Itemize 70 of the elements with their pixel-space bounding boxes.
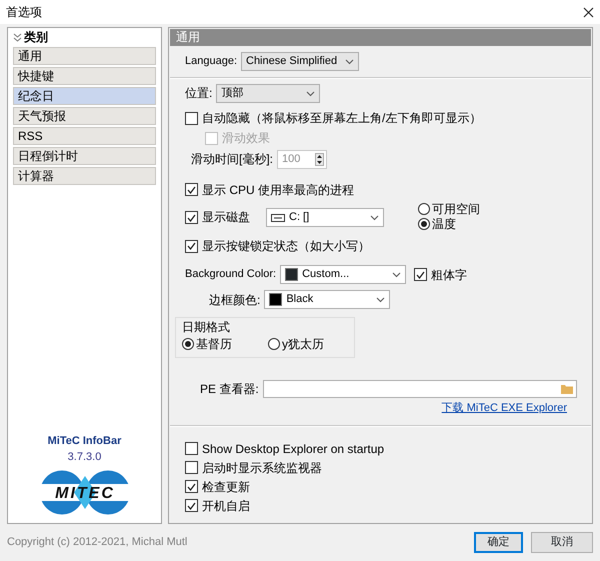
- dropdown[interactable]: 顶部: [216, 84, 320, 103]
- checkbox[interactable]: [185, 461, 198, 474]
- radio-button[interactable]: [268, 338, 280, 350]
- drive-icon: [271, 214, 285, 222]
- radio-label: 可用空间: [432, 202, 480, 217]
- field-label: PE 查看器:: [200, 382, 259, 396]
- dropdown[interactable]: Chinese Simplified: [241, 52, 359, 71]
- checkbox[interactable]: [414, 268, 428, 282]
- checkbox[interactable]: [185, 499, 198, 512]
- field-label: Language:: [185, 54, 237, 68]
- field-label: Background Color:: [185, 268, 276, 282]
- checkbox-label: 检查更新: [202, 480, 250, 494]
- radio-label: 温度: [432, 216, 456, 231]
- group-title: 日期格式: [182, 320, 231, 335]
- sidebar-item[interactable]: 天气预报: [13, 107, 156, 125]
- check-icon: [187, 242, 196, 250]
- checkbox[interactable]: [185, 480, 198, 494]
- field-label: 位置:: [185, 86, 212, 101]
- checkbox-label: 显示 CPU 使用率最高的进程: [202, 182, 354, 198]
- radio-button[interactable]: [418, 203, 430, 216]
- download-link[interactable]: 下载 MiTeC EXE Explorer: [442, 402, 567, 416]
- check-icon: [187, 214, 196, 222]
- checkbox[interactable]: [185, 183, 198, 196]
- sidebar-item[interactable]: 纪念日: [13, 87, 156, 105]
- checkbox-label: 滑动效果: [222, 131, 270, 146]
- panel-header: 通用: [170, 29, 591, 46]
- checkbox-label: Show Desktop Explorer on startup: [202, 442, 384, 456]
- caret-icon: [376, 296, 386, 303]
- check-icon: [187, 482, 196, 491]
- checkbox[interactable]: [185, 240, 198, 253]
- caret-icon: [345, 58, 354, 64]
- checkbox-label: 开机自启: [202, 498, 250, 513]
- close-icon[interactable]: [583, 6, 594, 18]
- check-icon: [416, 270, 426, 279]
- checkbox[interactable]: [185, 442, 198, 456]
- checkbox[interactable]: [185, 211, 198, 224]
- dropdown[interactable]: Custom...: [280, 265, 406, 284]
- radio-button[interactable]: [418, 218, 430, 230]
- collapse-icon[interactable]: [13, 33, 22, 42]
- field-label: 边框颜色:: [209, 292, 260, 308]
- dialog-button[interactable]: 确定: [474, 532, 523, 553]
- caret-icon: [306, 90, 316, 96]
- version-label: 3.7.3.0: [68, 450, 102, 464]
- radio-label: y犹太历: [282, 336, 324, 352]
- sidebar-item[interactable]: 快捷键: [13, 67, 156, 85]
- window-title: 首选项: [6, 4, 42, 20]
- field-label: 滑动时间[毫秒]:: [191, 152, 274, 166]
- checkbox-label: 显示磁盘: [202, 210, 250, 225]
- caret-icon: [370, 214, 379, 221]
- checkbox-label: 显示按键锁定状态（如大小写）: [202, 238, 370, 254]
- sidebar-item[interactable]: 计算器: [13, 167, 156, 185]
- dialog-button[interactable]: 取消: [531, 532, 593, 553]
- radio-button[interactable]: [182, 338, 194, 350]
- check-icon: [187, 186, 196, 194]
- sidebar-item[interactable]: RSS: [13, 127, 156, 145]
- sidebar-item[interactable]: 通用: [13, 47, 156, 65]
- caret-icon: [392, 272, 402, 278]
- product-name: MiTeC InfoBar: [48, 434, 122, 448]
- sidebar-item[interactable]: 日程倒计时: [13, 147, 156, 165]
- input-field[interactable]: [262, 380, 577, 398]
- category-header: 类别: [24, 30, 48, 45]
- radio-label: 基督历: [196, 336, 232, 352]
- check-icon: [187, 502, 196, 510]
- checkbox-label: 粗体字: [431, 268, 468, 282]
- dropdown[interactable]: Black: [264, 290, 390, 310]
- dropdown[interactable]: C: []: [266, 208, 384, 228]
- checkbox-label: 自动隐藏（将鼠标移至屏幕左上角/左下角即可显示）: [202, 111, 482, 126]
- copyright-text: Copyright (c) 2012-2021, Michal Mutl: [7, 536, 188, 550]
- checkbox-label: 启动时显示系统监视器: [202, 460, 322, 475]
- checkbox[interactable]: [185, 112, 198, 125]
